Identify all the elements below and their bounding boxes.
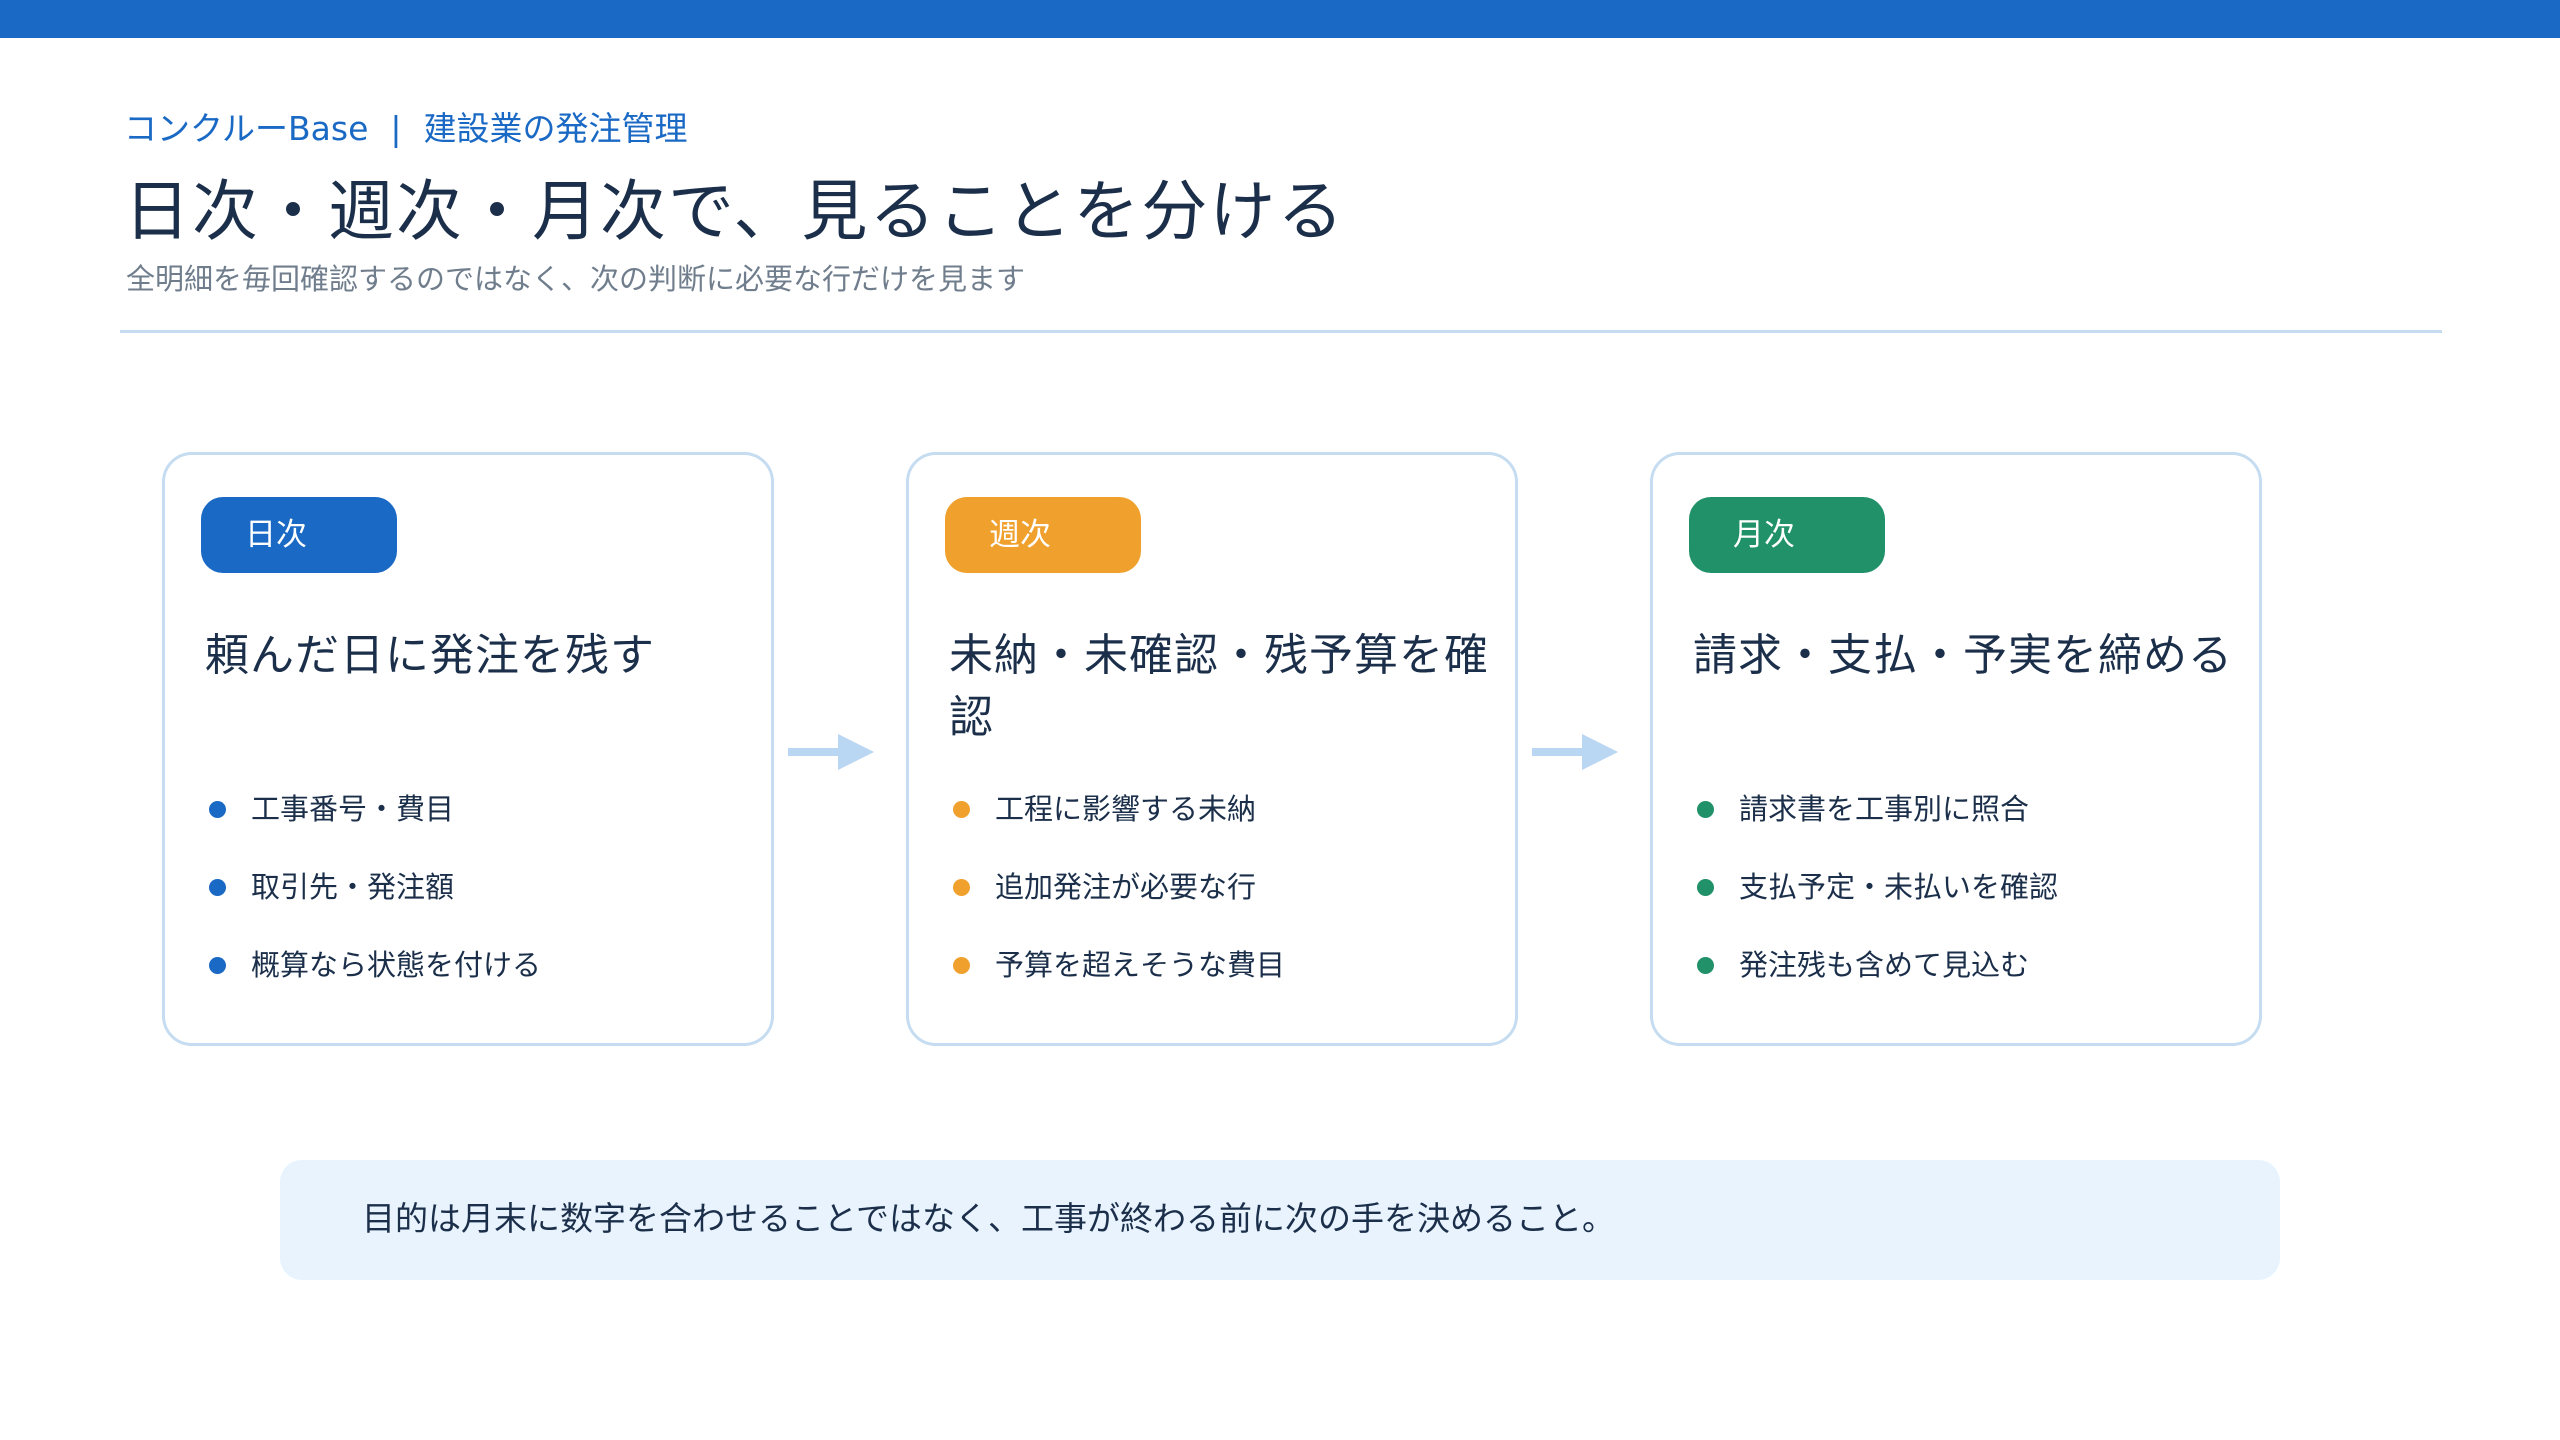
top-accent-bar [0, 0, 2560, 38]
card-title-weekly: 未納・未確認・残予算を確認 [949, 630, 1489, 743]
bullet-dot-icon [209, 879, 226, 896]
section-name: 建設業の発注管理 [423, 109, 688, 148]
purpose-note: 目的は月末に数字を合わせることではなく、工事が終わる前に次の手を決めること。 [280, 1160, 2280, 1280]
card-title-daily: 頼んだ日に発注を残す [205, 630, 655, 681]
list-item: 概算なら状態を付ける [209, 941, 541, 1019]
item-text: 発注残も含めて見込む [1739, 948, 2030, 982]
bullet-dot-icon [953, 879, 970, 896]
list-item: 工事番号・費目 [209, 785, 541, 863]
list-item: 請求書を工事別に照合 [1697, 785, 2058, 863]
item-list-monthly: 請求書を工事別に照合 支払予定・未払いを確認 発注残も含めて見込む [1697, 785, 2058, 1019]
brand-name: コンクルーBase [124, 109, 369, 148]
item-text: 工事番号・費目 [251, 792, 455, 826]
bullet-dot-icon [209, 957, 226, 974]
page-subtitle: 全明細を毎回確認するのではなく、次の判断に必要な行だけを見ます [126, 262, 1026, 296]
breadcrumb: コンクルーBase | 建設業の発注管理 [124, 102, 688, 150]
item-text: 予算を超えそうな費目 [995, 948, 1286, 982]
item-text: 支払予定・未払いを確認 [1739, 870, 2059, 904]
item-text: 概算なら状態を付ける [251, 948, 542, 982]
list-item: 支払予定・未払いを確認 [1697, 863, 2058, 941]
card-title-monthly: 請求・支払・予実を締める [1693, 630, 2233, 681]
item-list-daily: 工事番号・費目 取引先・発注額 概算なら状態を付ける [209, 785, 541, 1019]
card-monthly: 月次 請求・支払・予実を締める 請求書を工事別に照合 支払予定・未払いを確認 発… [1650, 452, 2262, 1046]
list-item: 追加発注が必要な行 [953, 863, 1285, 941]
bullet-dot-icon [1697, 957, 1714, 974]
item-text: 追加発注が必要な行 [995, 870, 1257, 904]
bullet-dot-icon [953, 957, 970, 974]
list-item: 取引先・発注額 [209, 863, 541, 941]
tag-monthly: 月次 [1689, 497, 1885, 573]
list-item: 発注残も含めて見込む [1697, 941, 2058, 1019]
tag-daily: 日次 [201, 497, 397, 573]
list-item: 工程に影響する未納 [953, 785, 1285, 863]
item-text: 請求書を工事別に照合 [1739, 792, 2030, 826]
bullet-dot-icon [1697, 801, 1714, 818]
bullet-dot-icon [1697, 879, 1714, 896]
list-item: 予算を超えそうな費目 [953, 941, 1285, 1019]
page-title: 日次・週次・月次で、見ることを分ける [124, 173, 1346, 250]
card-weekly: 週次 未納・未確認・残予算を確認 工程に影響する未納 追加発注が必要な行 予算を… [906, 452, 1518, 1046]
item-text: 取引先・発注額 [251, 870, 455, 904]
card-daily: 日次 頼んだ日に発注を残す 工事番号・費目 取引先・発注額 概算なら状態を付ける [162, 452, 774, 1046]
arrow-right-icon [788, 734, 874, 770]
bullet-dot-icon [953, 801, 970, 818]
header-divider [120, 330, 2442, 333]
bullet-dot-icon [209, 801, 226, 818]
item-list-weekly: 工程に影響する未納 追加発注が必要な行 予算を超えそうな費目 [953, 785, 1285, 1019]
breadcrumb-separator: | [390, 109, 402, 148]
arrow-right-icon [1532, 734, 1618, 770]
tag-weekly: 週次 [945, 497, 1141, 573]
item-text: 工程に影響する未納 [995, 792, 1257, 826]
